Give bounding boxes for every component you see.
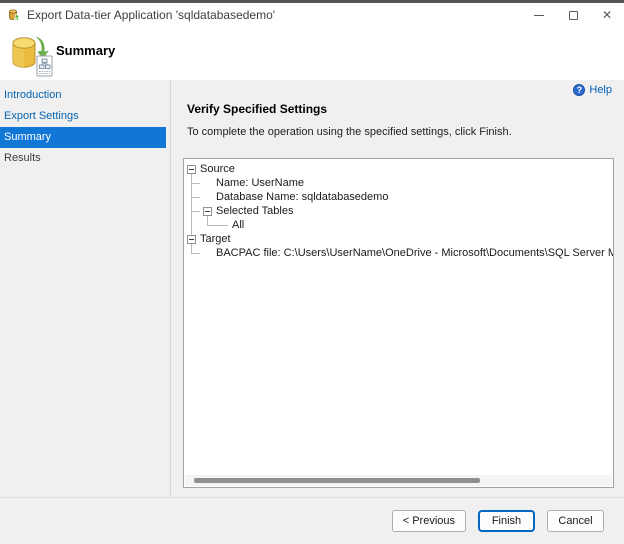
tree-node[interactable]: Source [184, 162, 613, 176]
horizontal-scrollbar[interactable] [185, 475, 612, 486]
collapse-icon[interactable] [187, 165, 196, 174]
instruction-text: To complete the operation using the spec… [187, 126, 512, 138]
titlebar: Export Data-tier Application 'sqldatabas… [0, 3, 624, 27]
tree-node[interactable]: Target [184, 232, 613, 246]
tree-node-label: All [232, 219, 244, 231]
verify-settings-heading: Verify Specified Settings [187, 102, 327, 116]
collapse-icon[interactable] [203, 207, 212, 216]
window-controls: ✕ [522, 3, 624, 27]
window-title: Export Data-tier Application 'sqldatabas… [27, 8, 275, 22]
minimize-button[interactable] [522, 3, 556, 27]
tree-node[interactable]: Selected Tables [184, 204, 613, 218]
tree-node[interactable]: Database Name: sqldatabasedemo [184, 190, 613, 204]
export-data-tier-wizard-window: Export Data-tier Application 'sqldatabas… [0, 0, 624, 544]
sidebar-item-results[interactable]: Results [0, 148, 170, 169]
sidebar-item-export-settings[interactable]: Export Settings [0, 106, 170, 127]
wizard-header: Summary [0, 27, 624, 80]
maximize-icon [569, 11, 578, 20]
tree-node[interactable]: All [184, 218, 613, 232]
tree-rows: Source Name: UserName Database Name: sqlda… [184, 159, 613, 260]
close-icon: ✕ [602, 9, 612, 21]
tree-node-label: Target [200, 233, 231, 245]
tree-node-label: Name: UserName [216, 177, 304, 189]
page-title: Summary [56, 43, 115, 58]
database-export-summary-icon [10, 35, 56, 77]
tree-node-label: Selected Tables [216, 205, 293, 217]
sidebar-item-summary[interactable]: Summary [0, 127, 166, 148]
scrollbar-thumb[interactable] [194, 478, 480, 483]
help-icon: ? [573, 84, 585, 96]
database-export-icon [8, 9, 21, 22]
help-label: Help [589, 84, 612, 96]
tree-node-label: Database Name: sqldatabasedemo [216, 191, 388, 203]
cancel-button[interactable]: Cancel [547, 510, 604, 532]
tree-node-label: Source [200, 163, 235, 175]
tree-node-label: BACPAC file: C:\Users\UserName\OneDrive … [216, 247, 613, 259]
close-button[interactable]: ✕ [590, 3, 624, 27]
tree-node[interactable]: Name: UserName [184, 176, 613, 190]
sidebar-item-introduction[interactable]: Introduction [0, 85, 170, 106]
sidebar-nav: IntroductionExport SettingsSummaryResult… [0, 80, 170, 497]
maximize-button[interactable] [556, 3, 590, 27]
previous-button[interactable]: < Previous [392, 510, 466, 532]
collapse-icon[interactable] [187, 235, 196, 244]
main-content: ? Help Verify Specified Settings To comp… [171, 80, 624, 497]
summary-tree-panel: Source Name: UserName Database Name: sqlda… [183, 158, 614, 488]
tree-node[interactable]: BACPAC file: C:\Users\UserName\OneDrive … [184, 246, 613, 260]
finish-button[interactable]: Finish [478, 510, 535, 532]
minimize-icon [534, 15, 544, 16]
footer-buttons: < Previous Finish Cancel [0, 497, 624, 544]
help-link[interactable]: ? Help [573, 84, 612, 96]
